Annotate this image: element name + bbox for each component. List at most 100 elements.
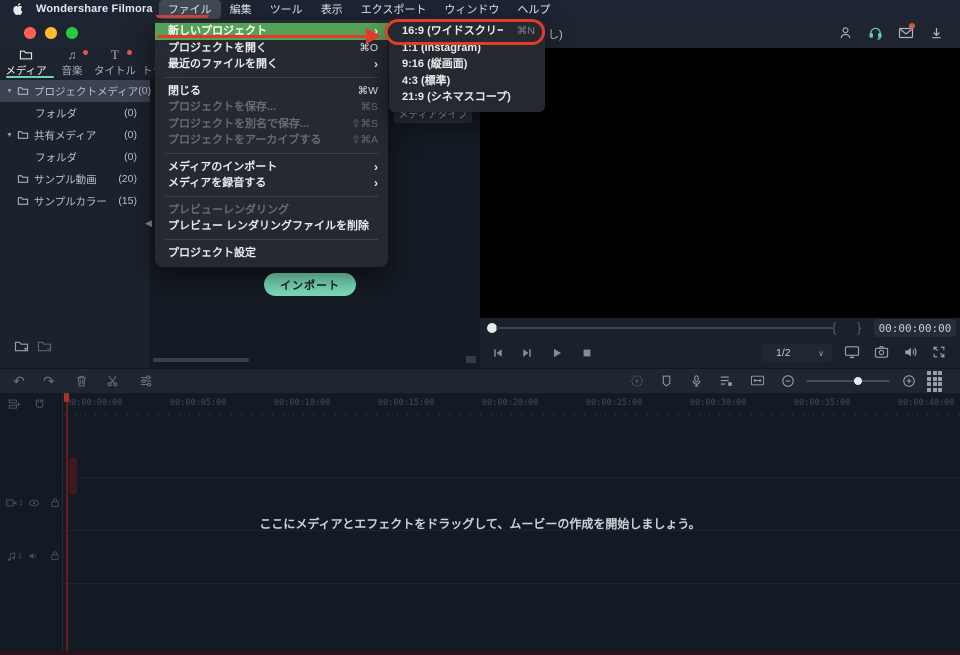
menu-item[interactable]: [165, 153, 378, 154]
voiceover-icon[interactable]: [690, 374, 703, 389]
stop-icon[interactable]: [581, 347, 593, 359]
app-name[interactable]: Wondershare Filmora: [36, 3, 153, 15]
folder-tab-icon: [19, 49, 33, 61]
support-icon[interactable]: [868, 25, 883, 41]
submenu-item[interactable]: 21:9 (シネマスコープ): [389, 89, 545, 106]
snap-icon[interactable]: [33, 398, 46, 411]
mark-out-button[interactable]: }: [857, 320, 861, 335]
split-icon[interactable]: [106, 374, 119, 388]
toggle-visibility-icon[interactable]: [28, 498, 40, 508]
track-height-icon[interactable]: [927, 371, 942, 392]
menu-item[interactable]: [165, 239, 378, 240]
menu-item[interactable]: プロジェクト設定: [155, 245, 388, 262]
delete-icon[interactable]: [75, 374, 88, 388]
timeline-ruler[interactable]: 00:00:00:0000:00:05:0000:00:10:0000:00:1…: [66, 398, 960, 408]
tab-audio[interactable]: ♫ 音楽: [54, 48, 90, 78]
track-divider: [62, 583, 960, 584]
project-title-fragment: し): [548, 26, 563, 42]
annotation-underline-file-menu: [156, 15, 209, 19]
tree-row[interactable]: フォルダ (0): [0, 102, 150, 124]
disclosure-triangle-icon[interactable]: ▼: [6, 88, 17, 95]
menu-item[interactable]: プロジェクトを別名で保存... ⇧⌘S: [155, 116, 388, 133]
volume-icon[interactable]: [903, 345, 918, 359]
submenu-item[interactable]: 4:3 (標準): [389, 73, 545, 90]
zoom-window-button[interactable]: [66, 27, 78, 39]
menubar-item[interactable]: エクスポート: [352, 0, 436, 19]
zoom-slider-handle[interactable]: [854, 377, 862, 385]
tree-row[interactable]: フォルダ (0): [0, 146, 150, 168]
submenu-item-label: 21:9 (シネマスコープ): [402, 89, 535, 106]
menubar-item[interactable]: 編集: [221, 0, 261, 19]
menu-item[interactable]: プロジェクトを保存... ⌘S: [155, 99, 388, 116]
lock-track-icon[interactable]: [50, 550, 60, 561]
menubar-item[interactable]: 表示: [312, 0, 352, 19]
menu-item[interactable]: メディアを録音する ›: [155, 175, 388, 192]
previous-frame-icon[interactable]: [492, 347, 504, 359]
manage-tracks-icon[interactable]: [8, 398, 21, 411]
zoom-slider-track[interactable]: [806, 380, 890, 382]
tab-media[interactable]: メディア: [0, 48, 52, 78]
display-device-icon[interactable]: [844, 345, 860, 359]
fullscreen-icon[interactable]: [932, 345, 946, 359]
play-icon[interactable]: [551, 347, 563, 359]
zoom-in-icon[interactable]: [902, 374, 916, 388]
mark-in-button[interactable]: {: [832, 320, 836, 335]
filmora-app: Wondershare Filmora ファイル編集ツール表示エクスポートウィン…: [0, 0, 960, 655]
tree-row[interactable]: サンプルカラー (15): [0, 190, 150, 212]
tab-titles[interactable]: T タイトル: [92, 48, 138, 78]
submenu-item[interactable]: 9:16 (縦画面): [389, 56, 545, 73]
delete-folder-icon[interactable]: [37, 340, 52, 353]
menu-item[interactable]: 閉じる ⌘W: [155, 83, 388, 100]
add-folder-icon[interactable]: [14, 340, 29, 353]
disclosure-triangle-icon[interactable]: ▼: [6, 132, 17, 139]
zoom-out-icon[interactable]: [781, 374, 795, 388]
track-mix-icon[interactable]: [719, 374, 734, 388]
account-icon[interactable]: [838, 25, 853, 41]
lock-track-icon[interactable]: [50, 497, 60, 508]
mute-track-icon[interactable]: [28, 551, 39, 561]
import-button[interactable]: インポート: [264, 273, 356, 296]
render-preview-icon[interactable]: [630, 374, 644, 388]
menubar-item[interactable]: ヘルプ: [508, 0, 559, 19]
menubar-item[interactable]: ツール: [261, 0, 312, 19]
folder-icon: [17, 174, 29, 184]
menu-item[interactable]: メディアのインポート ›: [155, 159, 388, 176]
submenu-arrow-icon: ›: [374, 58, 378, 70]
next-frame-icon[interactable]: [521, 347, 533, 359]
redo-icon[interactable]: ↷: [43, 374, 55, 388]
download-icon[interactable]: [929, 25, 944, 41]
undo-icon[interactable]: ↶: [13, 374, 25, 388]
fit-timeline-icon[interactable]: [750, 374, 765, 387]
menu-item[interactable]: [165, 196, 378, 197]
tree-label: 共有メディア: [34, 128, 96, 143]
adjust-icon[interactable]: [139, 374, 153, 388]
menu-item-label: プロジェクトを開く: [168, 40, 345, 57]
panel-resize-handle[interactable]: [466, 356, 476, 363]
tree-label: フォルダ: [35, 106, 77, 121]
tree-row[interactable]: サンプル動画 (20): [0, 168, 150, 190]
menu-item-label: プレビュー レンダリングファイルを削除: [168, 218, 378, 235]
menu-item[interactable]: プレビュー レンダリングファイルを削除: [155, 218, 388, 235]
menubar-item[interactable]: ウィンドウ: [435, 0, 508, 19]
menu-item[interactable]: プロジェクトを開く ⌘O: [155, 40, 388, 57]
menu-item[interactable]: [165, 77, 378, 78]
marker-icon[interactable]: [660, 374, 673, 388]
seek-track[interactable]: [496, 327, 832, 329]
apple-icon[interactable]: [12, 2, 24, 16]
ruler-timestamp: 00:00:25:00: [586, 398, 690, 408]
close-window-button[interactable]: [24, 27, 36, 39]
menu-item[interactable]: プレビューレンダリング: [155, 202, 388, 219]
tree-row[interactable]: ▼ プロジェクトメディア (0): [0, 80, 150, 102]
menu-item[interactable]: 最近のファイルを開く ›: [155, 56, 388, 73]
ruler-timestamp: 00:00:00:00: [66, 398, 170, 408]
playhead-handle[interactable]: [64, 393, 69, 402]
collapse-panel-icon[interactable]: ◀: [145, 218, 152, 229]
preview-quality-select[interactable]: 1/2 ∨: [762, 344, 832, 362]
horizontal-scrollbar[interactable]: [153, 358, 249, 362]
menu-item[interactable]: プロジェクトをアーカイブする ⇧⌘A: [155, 132, 388, 149]
messages-icon[interactable]: [898, 25, 914, 41]
ruler-ticks: [64, 413, 960, 416]
snapshot-icon[interactable]: [874, 345, 889, 359]
minimize-window-button[interactable]: [45, 27, 57, 39]
tree-row[interactable]: ▼ 共有メディア (0): [0, 124, 150, 146]
